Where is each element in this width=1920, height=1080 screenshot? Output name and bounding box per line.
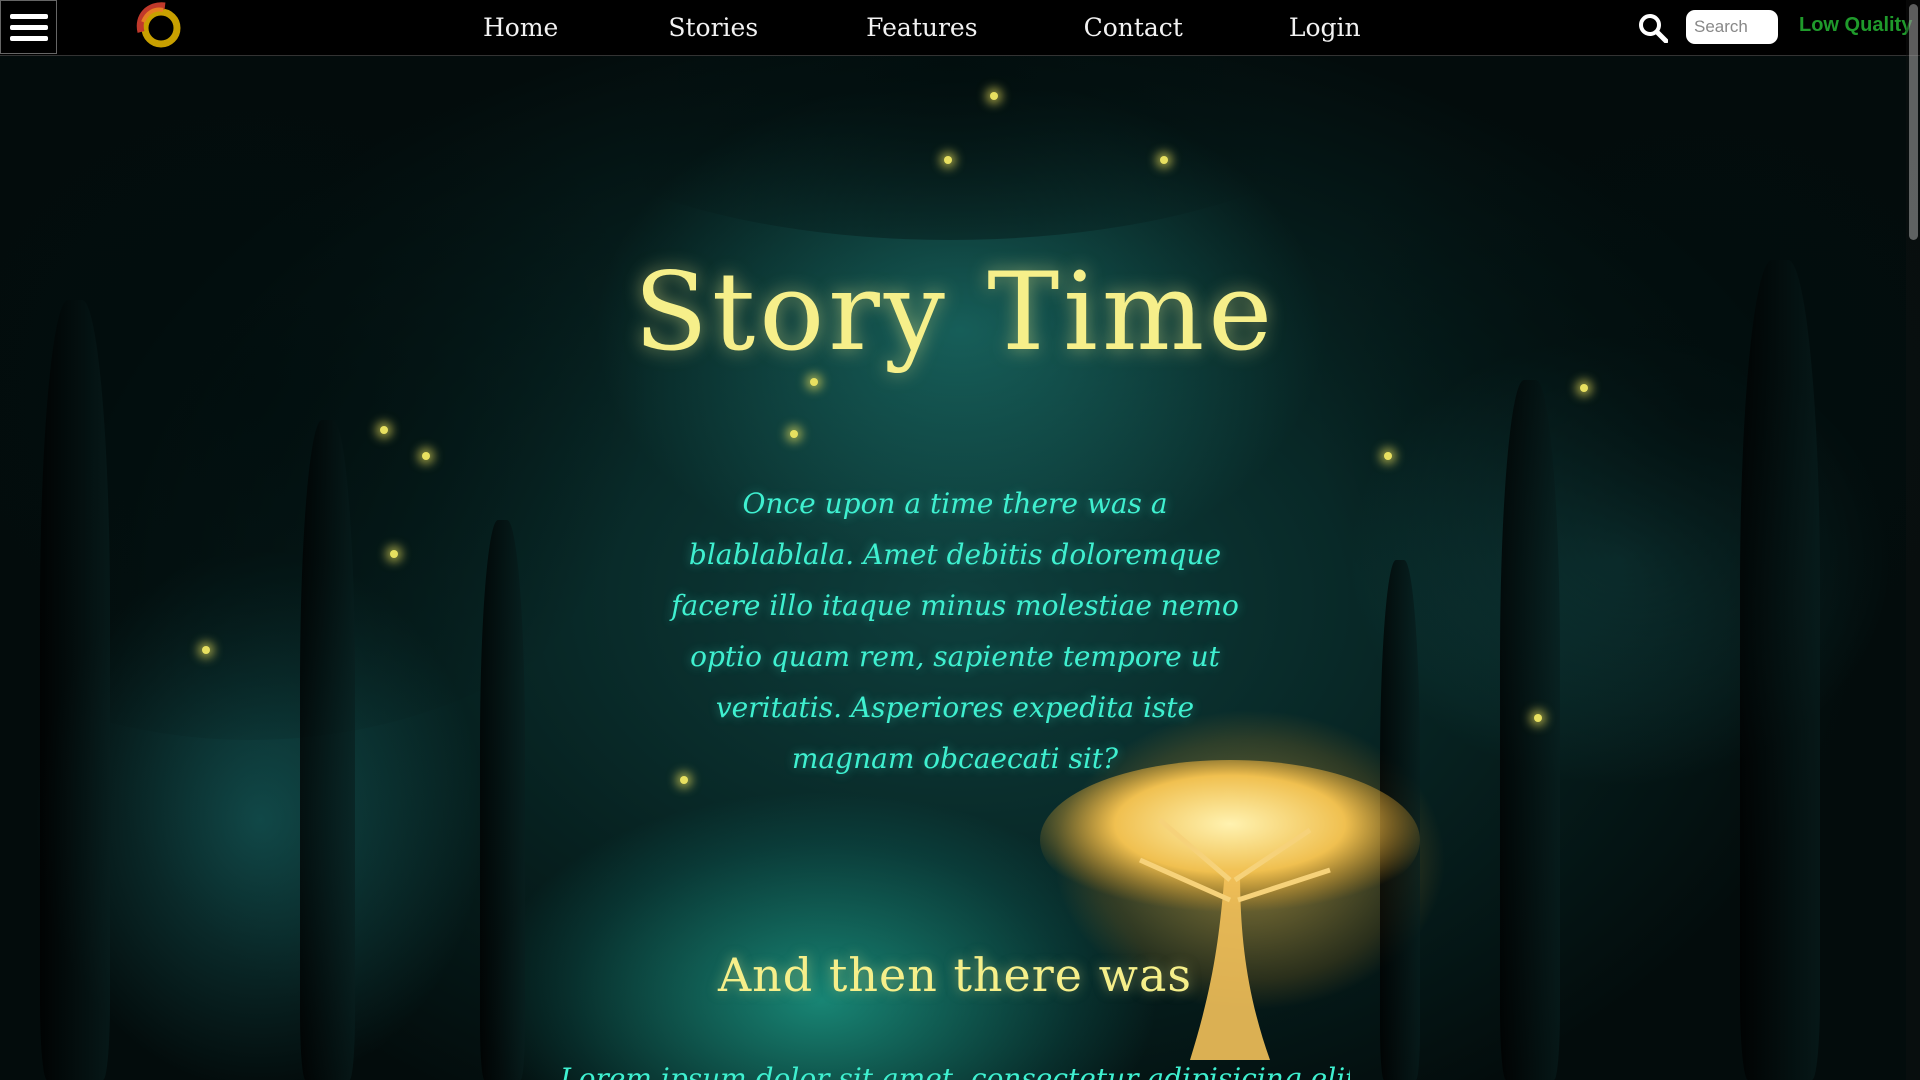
nav-link-home[interactable]: Home — [483, 13, 558, 42]
scrollbar-thumb[interactable] — [1909, 4, 1918, 240]
nav-link-login[interactable]: Login — [1289, 13, 1361, 42]
page-title: Story Time — [633, 250, 1277, 375]
top-navbar: Home Stories Features Contact Login Low … — [0, 0, 1920, 56]
nav-link-contact[interactable]: Contact — [1084, 13, 1183, 42]
main-navigation: Home Stories Features Contact Login — [440, 0, 1361, 55]
ring-logo-icon[interactable] — [133, 2, 185, 50]
search-input[interactable] — [1686, 10, 1778, 44]
intro-paragraph: Once upon a time there was a blablablala… — [671, 487, 1239, 775]
magnifier-icon[interactable] — [1638, 13, 1668, 43]
continuation-paragraph: Lorem ipsum dolor sit amet, consectetur … — [560, 1062, 1350, 1080]
hamburger-menu-icon — [9, 35, 48, 41]
page: Home Stories Features Contact Login Low … — [0, 0, 1920, 1080]
hamburger-menu-icon — [9, 13, 48, 19]
scrollbar[interactable] — [1906, 0, 1920, 1080]
quality-toggle[interactable]: Low Quality — [1799, 14, 1912, 37]
section-heading: And then there was — [717, 948, 1193, 1002]
nav-link-features[interactable]: Features — [866, 13, 977, 42]
story-content: Story Time Once upon a time there was a … — [0, 0, 1920, 1080]
nav-link-stories[interactable]: Stories — [668, 13, 758, 42]
hamburger-menu-icon — [9, 24, 48, 30]
menu-button[interactable] — [0, 0, 57, 54]
